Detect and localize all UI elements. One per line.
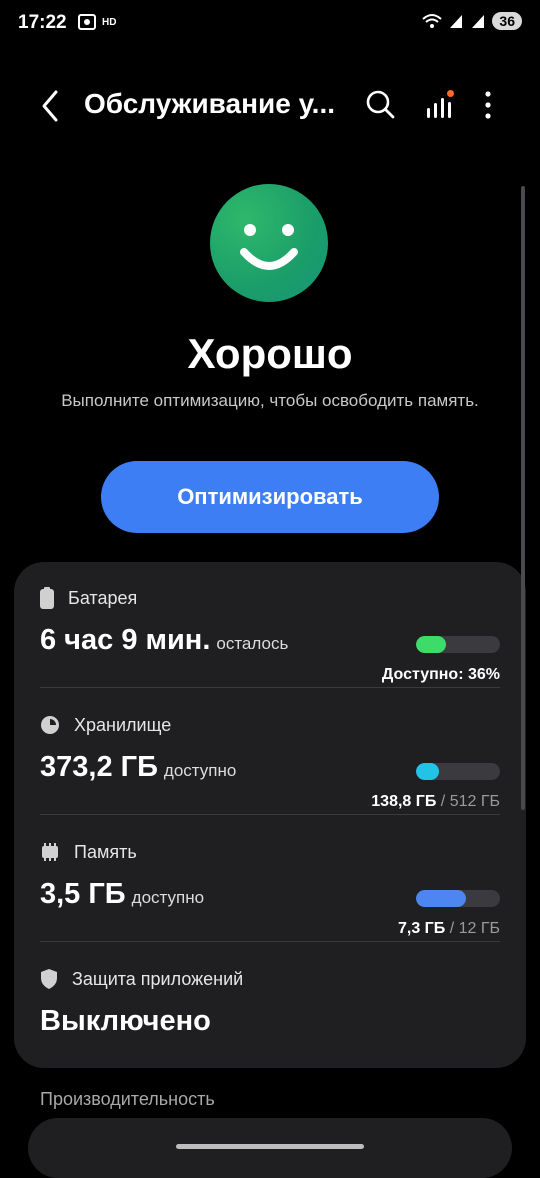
memory-available-value: 3,5 ГБ [40,878,126,910]
battery-indicator: 36 [492,12,522,30]
memory-available-unit: доступно [131,888,205,907]
smiley-status-icon [210,184,328,302]
shield-icon [41,969,57,989]
back-button[interactable] [34,86,68,126]
storage-label: Хранилище [74,714,172,735]
memory-used-text: 7,3 ГБ [397,920,446,937]
battery-progress-bar [416,636,500,653]
screen-record-icon [78,14,96,30]
smiley-face-icon [240,224,298,270]
battery-remaining-unit: осталось [216,634,289,653]
performance-section-header: Производительность [40,1089,215,1109]
memory-chip-icon [42,843,58,861]
battery-section[interactable]: Батарея 6 час 9 мин. осталось Доступно: 3… [40,584,500,688]
battery-icon [40,587,54,609]
divider [40,941,500,942]
storage-section[interactable]: Хранилище 373,2 ГБ доступно 138,8 ГБ / 51… [40,711,500,815]
status-bar: 17:22 HD 36 [0,0,540,48]
app-protection-label: Защита приложений [72,968,244,989]
chevron-left-icon [42,90,58,122]
battery-available-text: Доступно: 36% [381,666,500,683]
app-bar: Обслуживание у... [0,70,540,142]
battery-remaining-value: 6 час 9 мин. [40,624,211,656]
scrollbar[interactable] [521,186,525,810]
signal-icon-2 [472,15,485,28]
status-time: 17:22 [18,12,67,33]
more-vert-icon [485,91,491,119]
hd-icon: HD [102,16,117,28]
divider [40,814,500,815]
divider [40,687,500,688]
storage-used-text: 138,8 ГБ [371,793,437,810]
diagnostics-button[interactable] [422,88,456,122]
storage-available-value: 373,2 ГБ [40,751,158,783]
search-icon [366,90,395,119]
storage-progress-bar [416,763,500,780]
wifi-icon [422,14,443,28]
pie-chart-icon [41,716,59,734]
home-indicator[interactable] [176,1144,364,1149]
status-title: Хорошо [187,330,353,377]
battery-label: Батарея [68,587,138,608]
signal-icon [450,15,463,28]
battery-progress-fill [416,636,447,653]
device-care-card: Батарея 6 час 9 мин. осталось Доступно: 3… [14,562,526,1068]
search-button[interactable] [364,88,398,122]
notification-dot [447,90,454,97]
app-protection-section[interactable]: Защита приложений Выключено [40,965,500,1055]
memory-progress-fill [416,890,467,907]
storage-total-text: / 512 ГБ [440,793,500,810]
storage-available-unit: доступно [163,761,237,780]
storage-progress-fill [416,763,439,780]
more-options-button[interactable] [474,88,502,122]
optimize-button[interactable]: Оптимизировать [101,461,439,533]
memory-total-text: / 12 ГБ [449,920,500,937]
memory-progress-bar [416,890,500,907]
memory-label: Память [74,841,137,862]
page-title: Обслуживание у... [84,88,336,119]
app-protection-status: Выключено [40,1005,211,1037]
status-subtitle: Выполните оптимизацию, чтобы освободить … [61,391,479,410]
memory-section[interactable]: Память 3,5 ГБ доступно 7,3 ГБ / 12 ГБ [40,838,500,942]
